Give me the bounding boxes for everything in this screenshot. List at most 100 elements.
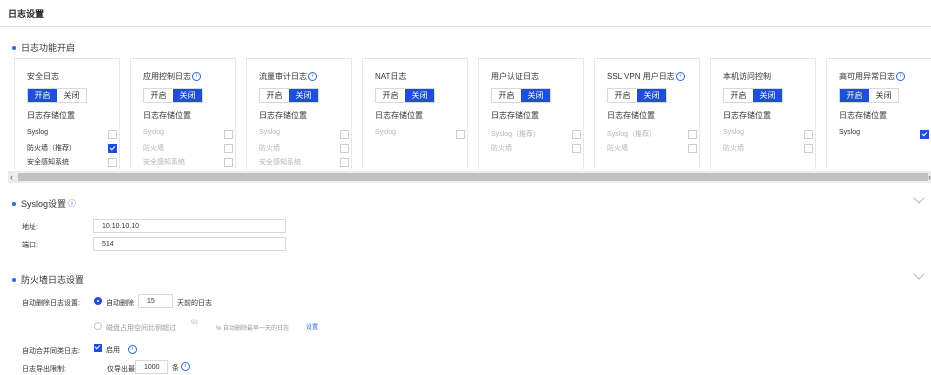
toggle-on-button[interactable]: 开启 bbox=[28, 89, 57, 102]
storage-option-checkbox[interactable] bbox=[688, 130, 697, 139]
section-bullet-icon bbox=[12, 201, 16, 206]
help-info-icon[interactable]: i bbox=[896, 72, 905, 82]
storage-option: Syslog（推荐） bbox=[607, 129, 699, 139]
help-info-icon[interactable]: i bbox=[308, 72, 317, 82]
storage-option: Syslog bbox=[723, 129, 815, 139]
help-info-icon[interactable]: i bbox=[675, 72, 685, 82]
toggle-off-button[interactable]: 关闭 bbox=[637, 89, 666, 102]
storage-location-label: 日志存储位置 bbox=[723, 111, 771, 120]
log-enable-toggle[interactable]: 开启 关闭 bbox=[607, 88, 667, 103]
log-card-title-text: NAT日志 bbox=[375, 72, 407, 81]
syslog-collapse-chevron-icon[interactable] bbox=[913, 192, 925, 204]
storage-option-checkbox[interactable] bbox=[804, 130, 813, 139]
export-info-icon[interactable]: i bbox=[181, 362, 190, 371]
firewall-collapse-chevron-icon[interactable] bbox=[913, 268, 925, 280]
days-input[interactable]: 15 bbox=[138, 294, 173, 308]
log-enable-toggle[interactable]: 开启 关闭 bbox=[375, 88, 435, 103]
log-card-title-text: 流量审计日志 bbox=[259, 72, 307, 81]
log-card: 应用控制日志 i 开启 关闭 日志存储位置 Syslog 防火墙 安全感知系统 bbox=[130, 58, 236, 169]
storage-option-checkbox[interactable] bbox=[456, 130, 465, 139]
log-card-title-text: 用户认证日志 bbox=[491, 72, 539, 81]
toggle-on-button[interactable]: 开启 bbox=[492, 89, 521, 102]
toggle-on-button[interactable]: 开启 bbox=[376, 89, 405, 102]
storage-option-checkbox[interactable] bbox=[108, 144, 117, 153]
storage-option: 安全感知系统 bbox=[27, 157, 119, 167]
storage-option: Syslog bbox=[143, 129, 235, 139]
log-card-title: 用户认证日志 bbox=[491, 71, 539, 82]
log-enable-toggle[interactable]: 开启 关闭 bbox=[839, 88, 899, 103]
syslog-info-icon[interactable]: ⓘ bbox=[68, 198, 76, 209]
merge-logs-label: 自动合并同类日志: bbox=[22, 348, 80, 355]
storage-option-checkbox[interactable] bbox=[340, 130, 349, 139]
toggle-off-button[interactable]: 关闭 bbox=[521, 89, 550, 102]
storage-location-label: 日志存储位置 bbox=[143, 111, 191, 120]
storage-location-label: 日志存储位置 bbox=[491, 111, 539, 120]
merge-logs-checkbox[interactable] bbox=[94, 344, 102, 352]
storage-option-label: Syslog（推荐） bbox=[607, 131, 657, 138]
storage-option-checkbox[interactable] bbox=[224, 158, 233, 167]
storage-option-label: Syslog（推荐） bbox=[491, 131, 541, 138]
toggle-on-button[interactable]: 开启 bbox=[144, 89, 173, 102]
storage-option-checkbox[interactable] bbox=[572, 144, 581, 153]
auto-delete-option-label: 自动删除 bbox=[106, 300, 134, 307]
log-card-title: 安全日志 bbox=[27, 71, 59, 82]
log-enable-toggle[interactable]: 开启 关闭 bbox=[27, 88, 87, 103]
storage-option-checkbox[interactable] bbox=[224, 144, 233, 153]
cards-horizontal-scrollbar[interactable]: ‹ › bbox=[8, 171, 931, 183]
section-bullet-icon bbox=[12, 45, 16, 50]
log-card-title: NAT日志 bbox=[375, 71, 406, 82]
log-card-title-text: 高可用异常日志 bbox=[839, 72, 895, 81]
log-enable-toggle[interactable]: 开启 关闭 bbox=[259, 88, 319, 103]
storage-option: 防火墙 bbox=[607, 143, 699, 153]
log-enable-toggle[interactable]: 开启 关闭 bbox=[723, 88, 783, 103]
storage-option-checkbox[interactable] bbox=[224, 130, 233, 139]
log-enable-toggle[interactable]: 开启 关闭 bbox=[491, 88, 551, 103]
toggle-on-button[interactable]: 开启 bbox=[608, 89, 637, 102]
log-card: 安全日志 开启 关闭 日志存储位置 Syslog 防火墙（推荐） 安全感知系统 bbox=[14, 58, 120, 169]
storage-option-checkbox[interactable] bbox=[340, 158, 349, 167]
toggle-on-button[interactable]: 开启 bbox=[840, 89, 869, 102]
storage-option-label: 安全感知系统 bbox=[27, 159, 69, 166]
syslog-port-label: 端口: bbox=[22, 242, 38, 249]
storage-option: 防火墙 bbox=[491, 143, 583, 153]
auto-delete-radio[interactable] bbox=[94, 297, 102, 305]
days-suffix-label: 天前的日志 bbox=[177, 300, 212, 307]
storage-option-checkbox[interactable] bbox=[572, 130, 581, 139]
log-enable-toggle[interactable]: 开启 关闭 bbox=[143, 88, 203, 103]
storage-option-checkbox[interactable] bbox=[688, 144, 697, 153]
scrollbar-thumb[interactable] bbox=[18, 173, 928, 181]
log-card-title-text: 应用控制日志 bbox=[143, 72, 191, 81]
storage-option-checkbox[interactable] bbox=[108, 130, 117, 139]
storage-option-checkbox[interactable] bbox=[804, 144, 813, 153]
storage-option-checkbox[interactable] bbox=[340, 144, 349, 153]
section-firewall-header[interactable]: 防火墙日志设置 bbox=[12, 273, 84, 286]
export-limit-input[interactable]: 1000 bbox=[135, 360, 168, 374]
toggle-off-button[interactable]: 关闭 bbox=[405, 89, 434, 102]
toggle-off-button[interactable]: 关闭 bbox=[289, 89, 318, 102]
storage-option-label: 防火墙 bbox=[143, 145, 164, 152]
toggle-on-button[interactable]: 开启 bbox=[724, 89, 753, 102]
storage-option: 防火墙 bbox=[143, 143, 235, 153]
toggle-off-button[interactable]: 关闭 bbox=[173, 89, 202, 102]
disk-percent-input[interactable]: 98 bbox=[191, 320, 198, 326]
storage-option-checkbox[interactable] bbox=[920, 130, 929, 139]
log-card: 本机访问控制 开启 关闭 日志存储位置 Syslog 防火墙 bbox=[710, 58, 816, 169]
toggle-off-button[interactable]: 关闭 bbox=[869, 89, 898, 102]
scroll-left-icon[interactable]: ‹ bbox=[10, 172, 13, 182]
toggle-on-button[interactable]: 开启 bbox=[260, 89, 289, 102]
section-syslog-header[interactable]: Syslog设置 ⓘ bbox=[12, 197, 76, 210]
log-card: 高可用异常日志 i 开启 关闭 日志存储位置 Syslog bbox=[826, 58, 931, 169]
help-info-icon[interactable]: i bbox=[192, 72, 201, 82]
storage-option-label: Syslog bbox=[27, 129, 49, 136]
disk-usage-radio[interactable] bbox=[94, 322, 102, 330]
merge-logs-info-icon[interactable]: i bbox=[128, 345, 137, 354]
syslog-port-input[interactable]: 514 bbox=[93, 237, 286, 251]
log-type-cards: 安全日志 开启 关闭 日志存储位置 Syslog 防火墙（推荐） 安全感知系统 应用控制日志 i… bbox=[14, 58, 931, 170]
disk-usage-option-label: 磁盘占用空间比例超过 bbox=[106, 325, 176, 332]
disk-settings-link[interactable]: 设置 bbox=[306, 322, 318, 331]
toggle-off-button[interactable]: 关闭 bbox=[57, 89, 86, 102]
storage-option-checkbox[interactable] bbox=[108, 158, 117, 167]
toggle-off-button[interactable]: 关闭 bbox=[753, 89, 782, 102]
syslog-address-input[interactable]: 10.10.10.10 bbox=[93, 219, 286, 233]
storage-option: Syslog bbox=[259, 129, 351, 139]
